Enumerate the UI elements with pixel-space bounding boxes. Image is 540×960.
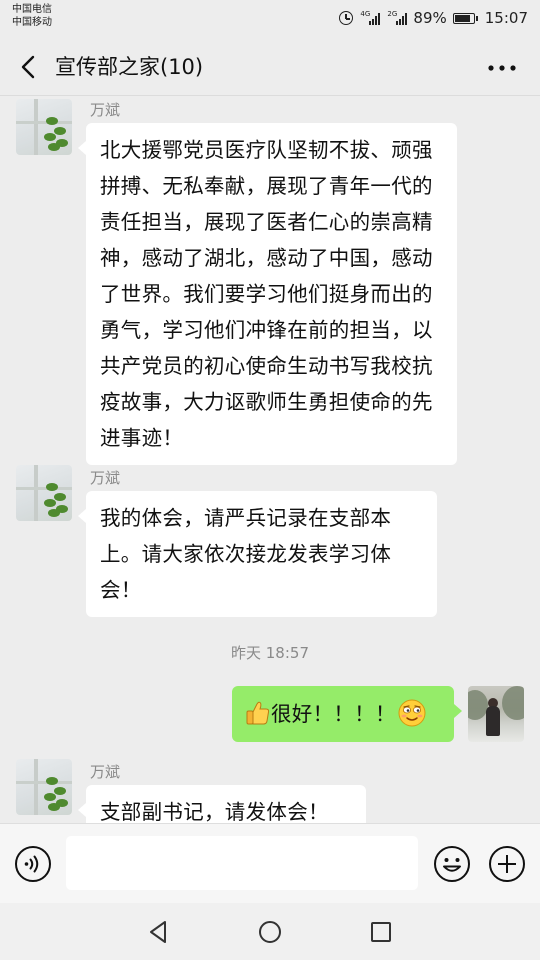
self-avatar[interactable]: [468, 686, 524, 742]
alarm-icon: [339, 11, 354, 25]
avatar[interactable]: [16, 465, 72, 521]
message-bubble[interactable]: 北大援鄂党员医疗队坚韧不拔、顽强拼搏、无私奉献，展现了青年一代的责任担当，展现了…: [78, 123, 457, 465]
system-nav-bar: [0, 903, 540, 960]
message-bubble[interactable]: 我的体会，请严兵记录在支部本上。请大家依次接龙发表学习体会！: [78, 491, 437, 617]
plus-icon[interactable]: [488, 845, 526, 883]
thumbs-up-emoji: [246, 701, 270, 725]
message-list[interactable]: 万斌 北大援鄂党员医疗队坚韧不拔、顽强拼搏、无私奉献，展现了青年一代的责任担当，…: [0, 97, 540, 823]
status-icons: 4G 2G 89% 15:07: [339, 8, 528, 28]
message-bubble[interactable]: 支部副书记，请发体会！: [78, 785, 366, 823]
sender-name: 万斌: [90, 101, 121, 119]
input-bar: [0, 823, 540, 903]
signal-icon-2: 2G: [387, 10, 408, 25]
message-input[interactable]: [66, 836, 418, 890]
sender-name: 万斌: [90, 469, 121, 487]
sender-name: 万斌: [90, 763, 121, 781]
message-bubble-self[interactable]: 很好！！！！: [232, 686, 462, 742]
battery-percent: 89%: [413, 9, 447, 27]
nav-home-icon[interactable]: [257, 919, 283, 945]
signal-icon-1: 4G: [360, 10, 381, 25]
message-timestamp: 昨天 18:57: [231, 644, 309, 662]
avatar[interactable]: [16, 99, 72, 155]
chevron-left-icon[interactable]: [16, 52, 46, 82]
chat-title: 宣传部之家(10): [55, 55, 204, 79]
more-dots-icon[interactable]: [486, 56, 518, 80]
carrier-1: 中国电信: [12, 4, 52, 15]
network-type-1: 4G: [360, 9, 371, 18]
emoji-icon[interactable]: [433, 845, 471, 883]
nav-back-icon[interactable]: [146, 919, 172, 945]
message-text: 很好！！！！: [271, 702, 396, 726]
avatar[interactable]: [16, 759, 72, 815]
smirk-emoji: [398, 699, 426, 727]
status-bar: 中国电信 中国移动 4G 2G 89% 15:07: [0, 0, 540, 38]
carrier-labels: 中国电信 中国移动: [12, 3, 52, 29]
voice-icon[interactable]: [14, 845, 52, 883]
carrier-2: 中国移动: [12, 17, 52, 28]
chat-header: 宣传部之家(10): [0, 38, 540, 96]
clock: 15:07: [484, 9, 528, 27]
battery-icon: [452, 12, 478, 24]
network-type-2: 2G: [387, 9, 398, 18]
nav-recent-icon[interactable]: [368, 919, 394, 945]
